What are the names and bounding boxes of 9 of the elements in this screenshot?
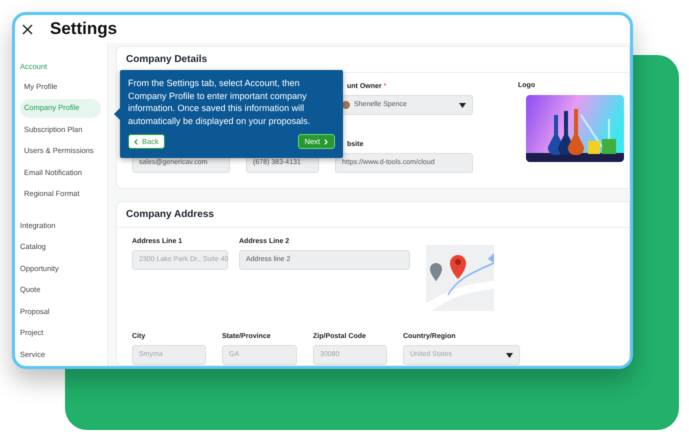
chevron-left-icon xyxy=(134,138,138,144)
close-icon xyxy=(22,24,32,34)
caret-icon xyxy=(459,102,466,108)
window-title: Settings xyxy=(50,18,118,40)
chevron-right-icon xyxy=(324,138,328,144)
card-title: Company Details xyxy=(126,53,208,67)
caret-icon xyxy=(506,352,513,358)
card-title: Company Address xyxy=(126,208,214,222)
tooltip-text: From the Settings tab, select Account, then Company Profile to enter important company information. Once saved this information will automatically be displayed on your proposals. xyxy=(128,77,312,127)
